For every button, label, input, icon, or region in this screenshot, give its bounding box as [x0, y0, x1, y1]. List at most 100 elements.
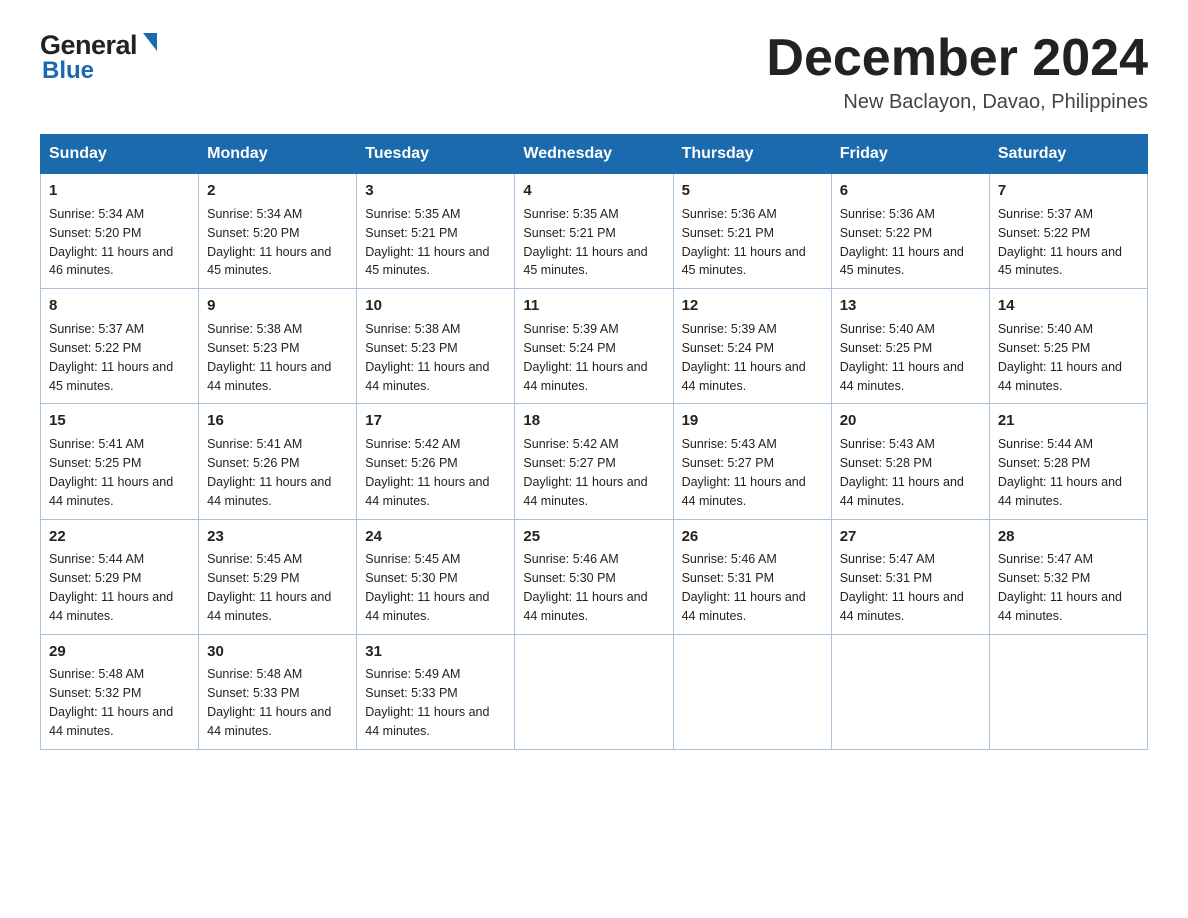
day-number: 7 — [998, 180, 1139, 202]
day-info: Sunrise: 5:39 AMSunset: 5:24 PMDaylight:… — [682, 322, 806, 393]
table-row: 4Sunrise: 5:35 AMSunset: 5:21 PMDaylight… — [515, 174, 673, 289]
title-block: December 2024 New Baclayon, Davao, Phili… — [766, 30, 1148, 114]
col-wednesday: Wednesday — [515, 135, 673, 174]
day-number: 31 — [365, 641, 506, 663]
col-saturday: Saturday — [989, 135, 1147, 174]
day-info: Sunrise: 5:35 AMSunset: 5:21 PMDaylight:… — [365, 207, 489, 278]
day-number: 28 — [998, 526, 1139, 548]
logo-arrow-icon — [139, 33, 161, 55]
table-row: 10 Sunrise: 5:38 AMSunset: 5:23 PMDayligh… — [357, 289, 515, 404]
day-number: 13 — [840, 295, 981, 317]
table-row: 20 Sunrise: 5:43 AMSunset: 5:28 PMDayligh… — [831, 404, 989, 519]
day-info: Sunrise: 5:36 AMSunset: 5:21 PMDaylight:… — [682, 207, 806, 278]
day-info: Sunrise: 5:47 AMSunset: 5:32 PMDaylight:… — [998, 552, 1122, 623]
day-info: Sunrise: 5:34 AMSunset: 5:20 PMDaylight:… — [49, 207, 173, 278]
day-number: 9 — [207, 295, 348, 317]
table-row — [831, 634, 989, 749]
day-number: 19 — [682, 410, 823, 432]
col-tuesday: Tuesday — [357, 135, 515, 174]
day-info: Sunrise: 5:45 AMSunset: 5:30 PMDaylight:… — [365, 552, 489, 623]
table-row: 8Sunrise: 5:37 AMSunset: 5:22 PMDaylight… — [41, 289, 199, 404]
day-number: 3 — [365, 180, 506, 202]
day-info: Sunrise: 5:45 AMSunset: 5:29 PMDaylight:… — [207, 552, 331, 623]
day-number: 6 — [840, 180, 981, 202]
table-row: 3 Sunrise: 5:35 AMSunset: 5:21 PMDaylight… — [357, 174, 515, 289]
day-info: Sunrise: 5:41 AMSunset: 5:26 PMDaylight:… — [207, 437, 331, 508]
day-info: Sunrise: 5:49 AMSunset: 5:33 PMDaylight:… — [365, 667, 489, 738]
table-row — [515, 634, 673, 749]
day-info: Sunrise: 5:43 AMSunset: 5:27 PMDaylight:… — [682, 437, 806, 508]
day-info: Sunrise: 5:40 AMSunset: 5:25 PMDaylight:… — [840, 322, 964, 393]
calendar-week-row: 22 Sunrise: 5:44 AMSunset: 5:29 PMDayligh… — [41, 519, 1148, 634]
day-info: Sunrise: 5:44 AMSunset: 5:28 PMDaylight:… — [998, 437, 1122, 508]
table-row: 11 Sunrise: 5:39 AMSunset: 5:24 PMDayligh… — [515, 289, 673, 404]
day-info: Sunrise: 5:37 AMSunset: 5:22 PMDaylight:… — [49, 322, 173, 393]
day-number: 15 — [49, 410, 190, 432]
day-number: 10 — [365, 295, 506, 317]
day-info: Sunrise: 5:41 AMSunset: 5:25 PMDaylight:… — [49, 437, 173, 508]
table-row: 2 Sunrise: 5:34 AMSunset: 5:20 PMDaylight… — [199, 174, 357, 289]
day-number: 22 — [49, 526, 190, 548]
day-number: 27 — [840, 526, 981, 548]
calendar-week-row: 15 Sunrise: 5:41 AMSunset: 5:25 PMDayligh… — [41, 404, 1148, 519]
day-number: 12 — [682, 295, 823, 317]
table-row: 15 Sunrise: 5:41 AMSunset: 5:25 PMDayligh… — [41, 404, 199, 519]
day-info: Sunrise: 5:42 AMSunset: 5:27 PMDaylight:… — [523, 437, 647, 508]
col-friday: Friday — [831, 135, 989, 174]
table-row: 19 Sunrise: 5:43 AMSunset: 5:27 PMDayligh… — [673, 404, 831, 519]
day-number: 1 — [49, 180, 190, 202]
table-row: 28 Sunrise: 5:47 AMSunset: 5:32 PMDayligh… — [989, 519, 1147, 634]
day-number: 11 — [523, 295, 664, 317]
day-number: 29 — [49, 641, 190, 663]
day-number: 14 — [998, 295, 1139, 317]
day-number: 2 — [207, 180, 348, 202]
table-row: 25 Sunrise: 5:46 AMSunset: 5:30 PMDayligh… — [515, 519, 673, 634]
day-info: Sunrise: 5:46 AMSunset: 5:30 PMDaylight:… — [523, 552, 647, 623]
table-row: 9 Sunrise: 5:38 AMSunset: 5:23 PMDaylight… — [199, 289, 357, 404]
logo: General Blue — [40, 30, 161, 85]
day-number: 26 — [682, 526, 823, 548]
day-info: Sunrise: 5:36 AMSunset: 5:22 PMDaylight:… — [840, 207, 964, 278]
day-number: 4 — [523, 180, 664, 202]
calendar-week-row: 29 Sunrise: 5:48 AMSunset: 5:32 PMDayligh… — [41, 634, 1148, 749]
day-number: 5 — [682, 180, 823, 202]
table-row — [673, 634, 831, 749]
day-info: Sunrise: 5:44 AMSunset: 5:29 PMDaylight:… — [49, 552, 173, 623]
table-row: 23 Sunrise: 5:45 AMSunset: 5:29 PMDayligh… — [199, 519, 357, 634]
table-row: 31 Sunrise: 5:49 AMSunset: 5:33 PMDayligh… — [357, 634, 515, 749]
day-info: Sunrise: 5:43 AMSunset: 5:28 PMDaylight:… — [840, 437, 964, 508]
table-row: 6 Sunrise: 5:36 AMSunset: 5:22 PMDaylight… — [831, 174, 989, 289]
day-number: 30 — [207, 641, 348, 663]
day-number: 24 — [365, 526, 506, 548]
day-number: 20 — [840, 410, 981, 432]
calendar-body: 1 Sunrise: 5:34 AMSunset: 5:20 PMDaylight… — [41, 174, 1148, 750]
table-row: 27Sunrise: 5:47 AMSunset: 5:31 PMDayligh… — [831, 519, 989, 634]
table-row — [989, 634, 1147, 749]
table-row: 5 Sunrise: 5:36 AMSunset: 5:21 PMDaylight… — [673, 174, 831, 289]
day-info: Sunrise: 5:38 AMSunset: 5:23 PMDaylight:… — [207, 322, 331, 393]
table-row: 18 Sunrise: 5:42 AMSunset: 5:27 PMDayligh… — [515, 404, 673, 519]
table-row: 21 Sunrise: 5:44 AMSunset: 5:28 PMDayligh… — [989, 404, 1147, 519]
table-row: 30 Sunrise: 5:48 AMSunset: 5:33 PMDayligh… — [199, 634, 357, 749]
page-header: General Blue December 2024 New Baclayon,… — [40, 30, 1148, 114]
day-number: 23 — [207, 526, 348, 548]
table-row: 1 Sunrise: 5:34 AMSunset: 5:20 PMDaylight… — [41, 174, 199, 289]
calendar-header: Sunday Monday Tuesday Wednesday Thursday… — [41, 135, 1148, 174]
table-row: 29 Sunrise: 5:48 AMSunset: 5:32 PMDayligh… — [41, 634, 199, 749]
table-row: 16Sunrise: 5:41 AMSunset: 5:26 PMDayligh… — [199, 404, 357, 519]
day-info: Sunrise: 5:34 AMSunset: 5:20 PMDaylight:… — [207, 207, 331, 278]
table-row: 17Sunrise: 5:42 AMSunset: 5:26 PMDayligh… — [357, 404, 515, 519]
day-info: Sunrise: 5:38 AMSunset: 5:23 PMDaylight:… — [365, 322, 489, 393]
day-info: Sunrise: 5:48 AMSunset: 5:33 PMDaylight:… — [207, 667, 331, 738]
day-number: 21 — [998, 410, 1139, 432]
month-title: December 2024 — [766, 30, 1148, 87]
table-row: 14Sunrise: 5:40 AMSunset: 5:25 PMDayligh… — [989, 289, 1147, 404]
day-number: 18 — [523, 410, 664, 432]
day-info: Sunrise: 5:39 AMSunset: 5:24 PMDaylight:… — [523, 322, 647, 393]
day-number: 17 — [365, 410, 506, 432]
day-info: Sunrise: 5:46 AMSunset: 5:31 PMDaylight:… — [682, 552, 806, 623]
day-info: Sunrise: 5:48 AMSunset: 5:32 PMDaylight:… — [49, 667, 173, 738]
day-number: 25 — [523, 526, 664, 548]
table-row: 22 Sunrise: 5:44 AMSunset: 5:29 PMDayligh… — [41, 519, 199, 634]
table-row: 12 Sunrise: 5:39 AMSunset: 5:24 PMDayligh… — [673, 289, 831, 404]
